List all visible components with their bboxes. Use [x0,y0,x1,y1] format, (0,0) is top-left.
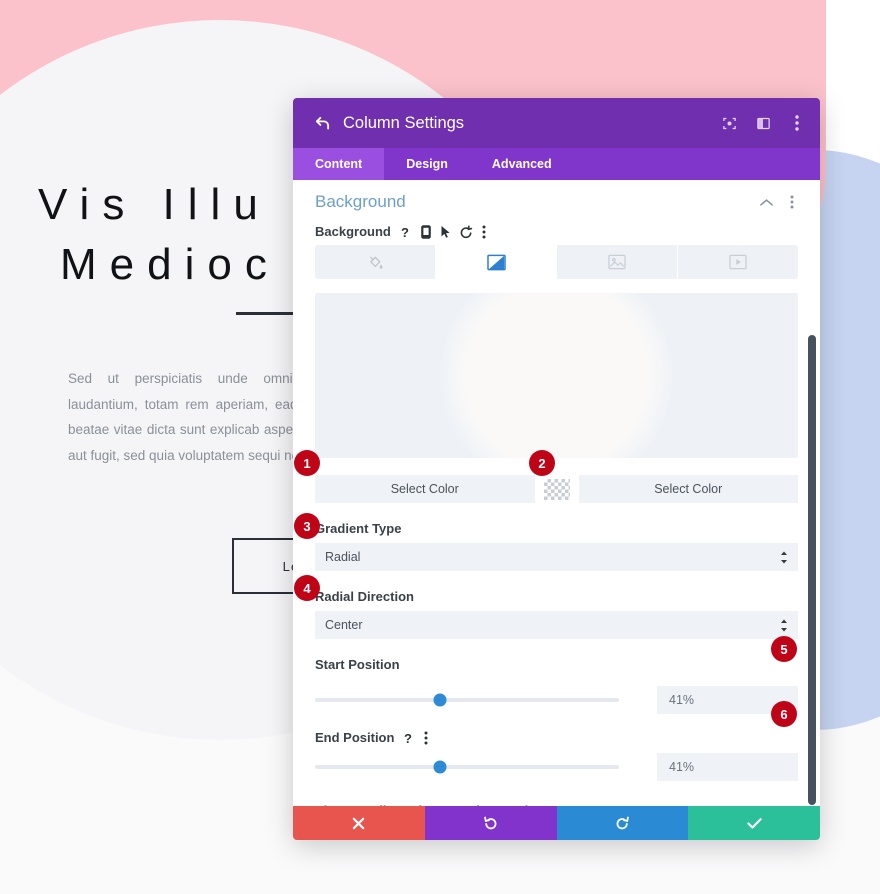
gradient-preview [315,293,798,458]
end-position-slider-track [315,765,619,769]
background-section-header[interactable]: Background [293,186,820,212]
chevron-updown-icon-2 [780,619,788,632]
background-type-gradient[interactable] [436,245,557,279]
radial-direction-label: Radial Direction [315,589,414,604]
end-position-help-icon[interactable]: ? [403,731,415,745]
background-section-title: Background [315,192,406,211]
gradient-color-swatch-wrap [534,475,579,503]
redo-button[interactable] [556,806,689,840]
chevron-up-icon[interactable] [758,198,774,207]
modal-titlebar: Column Settings [293,98,820,148]
column-settings-modal: Column Settings Content Design Advanced … [293,98,820,840]
select-color-start-button[interactable]: Select Color [315,475,535,503]
end-position-slider-thumb[interactable] [433,760,447,774]
callout-badge-1: 1 [294,450,320,476]
hero-line-2: Medioc [60,240,280,289]
gradient-color-row: Select Color Select Color [315,475,798,503]
gradient-type-value: Radial [325,550,361,564]
tab-advanced[interactable]: Advanced [470,148,574,180]
select-color-end-button[interactable]: Select Color [578,475,798,503]
background-type-video[interactable] [678,245,798,279]
callout-badge-3: 3 [294,513,320,539]
end-position-label-row: End Position ? [293,714,820,745]
radial-direction-select[interactable]: Center [315,611,798,639]
focus-target-icon[interactable] [720,114,738,132]
start-position-slider-track [315,698,619,702]
modal-titlebar-actions [720,114,806,132]
help-icon[interactable]: ? [400,225,412,239]
modal-scrollbar[interactable] [808,335,816,805]
end-position-value-field[interactable]: 41% [657,753,798,781]
tab-design[interactable]: Design [384,148,470,180]
svg-text:?: ? [404,731,412,745]
background-type-color[interactable] [315,245,436,279]
callout-badge-4: 4 [294,575,320,601]
hero-heading: Vis Illu Medioc [38,175,280,295]
start-position-slider-thumb[interactable] [433,693,447,707]
modal-title: Column Settings [343,113,465,132]
callout-badge-2: 2 [529,450,555,476]
modal-tab-bar: Content Design Advanced [293,148,820,180]
tab-content[interactable]: Content [293,148,385,180]
hero-line-1: Vis Illu [38,180,271,229]
background-field-label: Background [315,224,391,239]
back-arrow-icon[interactable] [311,112,333,134]
layout-panel-icon[interactable] [754,114,772,132]
callout-badge-6: 6 [771,701,797,727]
background-type-image[interactable] [557,245,678,279]
background-type-tabs [315,245,798,279]
modal-footer [293,806,820,840]
more-vertical-icon[interactable] [788,114,806,132]
transparency-checkerboard-swatch[interactable] [543,478,570,500]
gradient-type-select[interactable]: Radial [315,543,798,571]
cursor-icon[interactable] [440,225,451,239]
end-position-more-vertical-icon[interactable] [424,731,428,745]
start-position-row: 41% [315,686,798,714]
section-more-vertical-icon[interactable] [784,195,800,209]
place-gradient-label: Place Gradient Above Background Image [315,803,798,806]
undo-button[interactable] [424,806,557,840]
reset-icon[interactable] [460,224,473,239]
background-field-label-row: Background ? [293,212,820,245]
end-position-row: 41% [315,753,798,781]
svg-text:?: ? [401,225,409,239]
field-more-vertical-icon[interactable] [482,225,486,239]
callout-badge-5: 5 [771,636,797,662]
end-position-slider[interactable] [315,753,619,781]
cancel-button[interactable] [293,806,425,840]
radial-direction-value: Center [325,618,363,632]
mobile-icon[interactable] [421,224,431,239]
gradient-type-label: Gradient Type [315,521,402,536]
modal-body: Background Background ? Select Color Sel… [293,180,820,806]
start-position-label: Start Position [315,657,400,672]
chevron-updown-icon [780,551,788,564]
end-position-label: End Position [315,730,395,745]
save-button[interactable] [688,806,820,840]
start-position-slider[interactable] [315,686,619,714]
